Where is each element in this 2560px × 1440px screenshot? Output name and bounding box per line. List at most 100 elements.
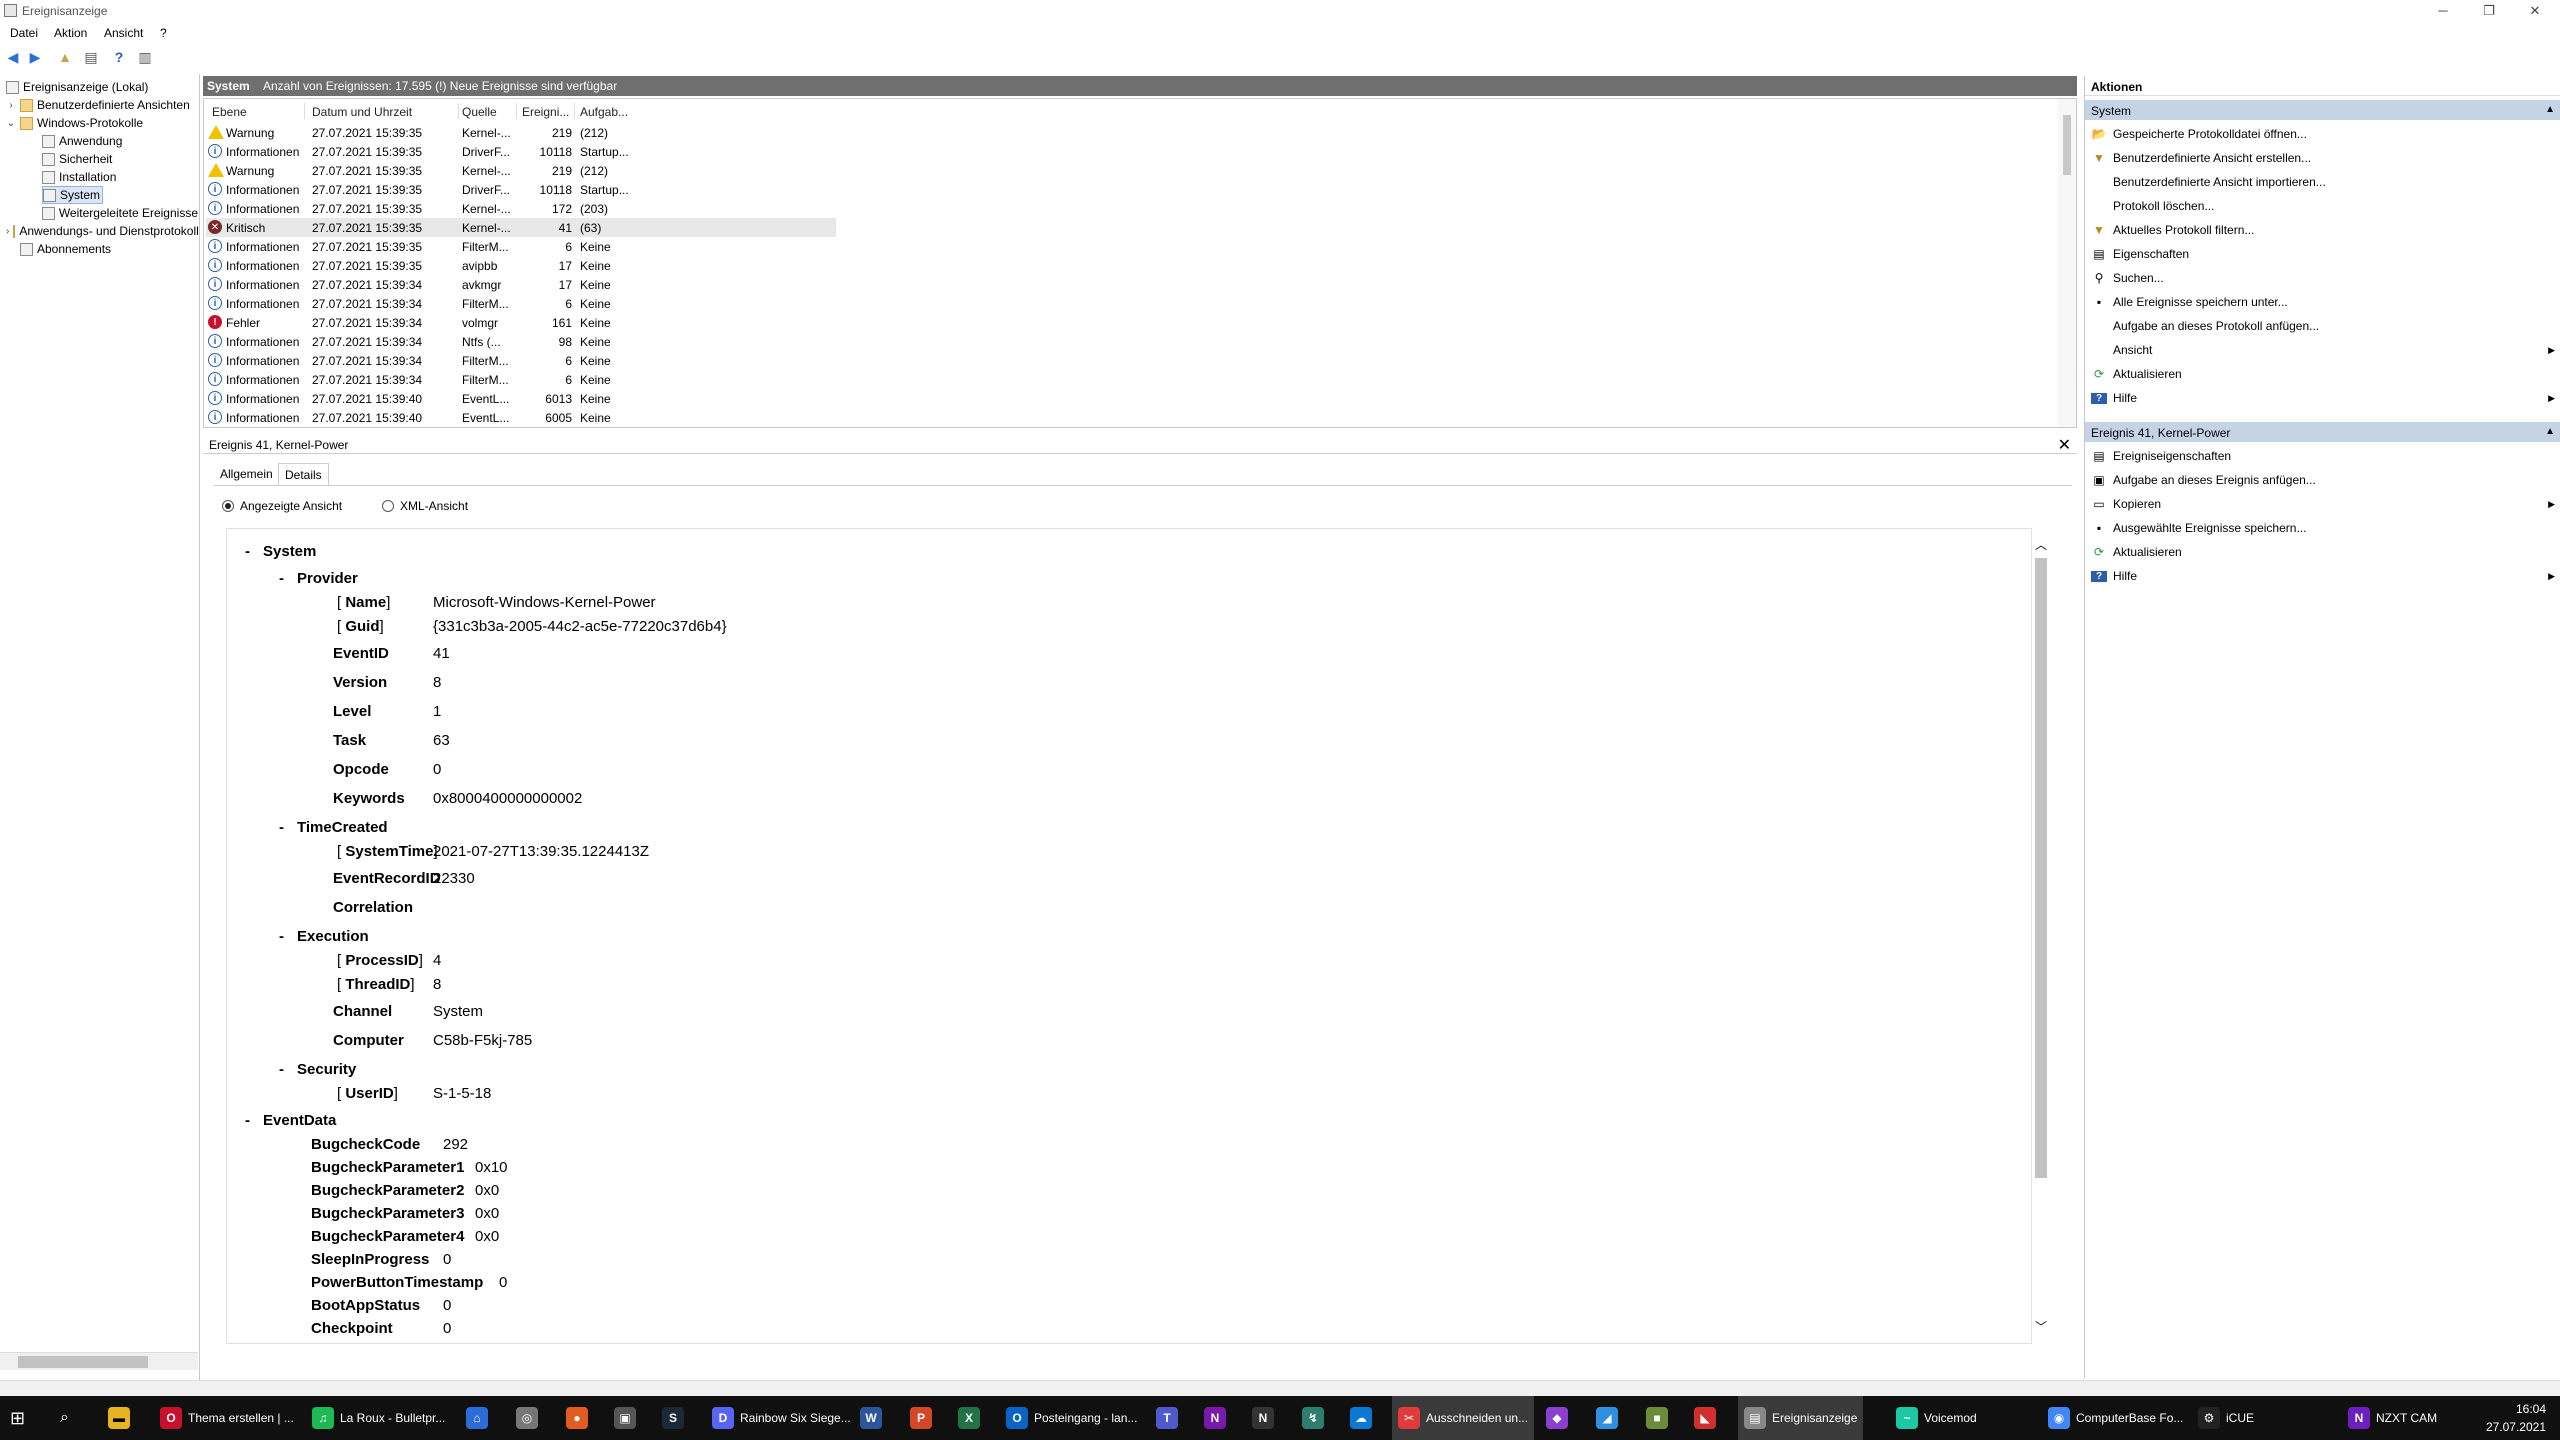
minimize-button[interactable]: ─ [2420, 0, 2466, 22]
collapse-icon[interactable]: ▲ [2545, 426, 2555, 437]
taskbar-app[interactable]: O Posteingang - lan... [1000, 1396, 1143, 1440]
back-arrow-icon[interactable]: ◀ [4, 48, 22, 66]
column-quelle[interactable]: Quelle [462, 105, 497, 119]
taskbar-app[interactable]: ~ Voicemod [1890, 1396, 1983, 1440]
column-ereignis[interactable]: Ereigni... [522, 105, 569, 119]
tree-horizontal-scrollbar[interactable] [0, 1352, 198, 1370]
menu-datei[interactable]: Datei [10, 26, 38, 40]
detail-scrollbar[interactable]: ︿ ﹀ [2032, 534, 2050, 1340]
taskbar-app[interactable]: ☁ [1344, 1396, 1384, 1440]
radio-friendly-view[interactable]: Angezeigte Ansicht [222, 499, 342, 513]
action-aktualisieren[interactable]: ⟳ Aktualisieren [2085, 540, 2560, 564]
taskbar-app[interactable]: P [904, 1396, 944, 1440]
taskbar-app[interactable]: ▤ Ereignisanzeige [1738, 1396, 1864, 1440]
action-ausgewählte-ereignisse-speichern[interactable]: ▪ Ausgewählte Ereignisse speichern... [2085, 516, 2560, 540]
taskbar-app[interactable]: N [1198, 1396, 1238, 1440]
column-ebene[interactable]: Ebene [212, 105, 247, 119]
taskbar-app[interactable]: ◉ ComputerBase Fo... [2042, 1396, 2189, 1440]
taskbar-app[interactable]: S [656, 1396, 696, 1440]
show-hide-actions-icon[interactable]: ▥ [136, 48, 154, 66]
collapse-toggle[interactable]: - [279, 570, 284, 587]
taskbar-app[interactable]: ✂ Ausschneiden un... [1392, 1396, 1535, 1440]
taskbar-app[interactable]: N NZXT CAM [2342, 1396, 2443, 1440]
expand-icon[interactable]: › [6, 100, 16, 111]
tree-item-installation[interactable]: Installation [42, 168, 116, 186]
collapse-toggle[interactable]: - [279, 1061, 284, 1078]
taskbar-app[interactable]: ◎ [510, 1396, 550, 1440]
collapse-icon[interactable]: ▲ [2545, 104, 2555, 115]
event-list-scrollbar[interactable] [2058, 99, 2076, 427]
taskbar-app[interactable]: ↯ [1296, 1396, 1336, 1440]
search-button[interactable]: ⌕ [60, 1396, 69, 1440]
forward-arrow-icon[interactable]: ▶ [26, 48, 44, 66]
scrollbar-thumb[interactable] [2063, 115, 2071, 175]
table-row[interactable]: i Informationen 27.07.2021 15:39:35 avipbb 1… [206, 256, 836, 275]
collapse-toggle[interactable]: - [279, 928, 284, 945]
taskbar-app[interactable]: T [1150, 1396, 1190, 1440]
table-row[interactable]: i Informationen 27.07.2021 15:39:40 EventL.… [206, 389, 836, 408]
table-row[interactable]: i Informationen 27.07.2021 15:39:34 Ntfs (.… [206, 332, 836, 351]
menu-aktion[interactable]: Aktion [54, 26, 87, 40]
taskbar-app[interactable]: X [952, 1396, 992, 1440]
action-ereigniseigenschaften[interactable]: ▤ Ereigniseigenschaften [2085, 444, 2560, 468]
radio-unselected-icon[interactable] [382, 500, 394, 512]
table-row[interactable]: i Informationen 27.07.2021 15:39:34 avkmgr 1… [206, 275, 836, 294]
tree-windows-logs[interactable]: ⌄ Windows-Protokolle [6, 114, 143, 132]
close-icon[interactable]: ✕ [2058, 435, 2071, 455]
tree-item-forwarded[interactable]: Weitergeleitete Ereignisse [42, 204, 198, 222]
table-row[interactable]: i Informationen 27.07.2021 15:39:35 FilterM… [206, 237, 836, 256]
taskbar-app[interactable]: N [1246, 1396, 1286, 1440]
clock[interactable]: 16:04 27.07.2021 [2486, 1400, 2546, 1436]
scroll-down-icon[interactable]: ﹀ [2035, 1318, 2047, 1335]
action-hilfe[interactable]: ? Hilfe ▶ [2085, 564, 2560, 588]
expand-icon[interactable]: › [6, 226, 9, 237]
scrollbar-thumb[interactable] [18, 1356, 148, 1368]
taskbar-app[interactable]: ⚙ iCUE [2192, 1396, 2260, 1440]
action-aufgabe-an-dieses-ereignis-anfügen[interactable]: ▣ Aufgabe an dieses Ereignis anfügen... [2085, 468, 2560, 492]
taskbar-app[interactable]: ♫ La Roux - Bulletpr... [306, 1396, 451, 1440]
action-suchen[interactable]: ⚲ Suchen... [2085, 266, 2560, 290]
action-kopieren[interactable]: ▭ Kopieren ▶ [2085, 492, 2560, 516]
restore-button[interactable]: ❐ [2466, 0, 2512, 22]
action-aktuelles-protokoll-filtern[interactable]: ▼ Aktuelles Protokoll filtern... [2085, 218, 2560, 242]
tree-item-system[interactable]: System [42, 186, 104, 204]
table-row[interactable]: i Informationen 27.07.2021 15:39:40 EventL.… [206, 408, 836, 427]
close-button[interactable]: ✕ [2512, 0, 2558, 22]
actions-section-event[interactable]: Ereignis 41, Kernel-Power ▲ [2085, 422, 2560, 442]
tree-root[interactable]: Ereignisanzeige (Lokal) [6, 78, 148, 96]
tab-details[interactable]: Details [278, 463, 329, 485]
up-folder-icon[interactable]: ▲ [56, 48, 74, 66]
action-hilfe[interactable]: ? Hilfe ▶ [2085, 386, 2560, 410]
action-benutzerdefinierte-ansicht-erstellen[interactable]: ▼ Benutzerdefinierte Ansicht erstellen... [2085, 146, 2560, 170]
tree-app-service-logs[interactable]: › Anwendungs- und Dienstprotokolle [6, 222, 198, 240]
table-row[interactable]: Warnung 27.07.2021 15:39:35 Kernel-... 219 (… [206, 161, 836, 180]
menu-ansicht[interactable]: Ansicht [104, 26, 143, 40]
table-row[interactable]: i Informationen 27.07.2021 15:39:34 FilterM… [206, 294, 836, 313]
taskbar-app[interactable]: D Rainbow Six Siege... [706, 1396, 857, 1440]
table-row[interactable]: ! Fehler 27.07.2021 15:39:34 volmgr 161 Keine [206, 313, 836, 332]
table-row[interactable]: i Informationen 27.07.2021 15:39:35 DriverF… [206, 142, 836, 161]
tree-item-anwendung[interactable]: Anwendung [42, 132, 122, 150]
action-aktualisieren[interactable]: ⟳ Aktualisieren [2085, 362, 2560, 386]
action-gespeicherte-protokolldatei-öffnen[interactable]: 📂 Gespeicherte Protokolldatei öffnen... [2085, 122, 2560, 146]
taskbar-app[interactable]: ■ [1640, 1396, 1680, 1440]
scrollbar-thumb[interactable] [2035, 558, 2047, 1178]
column-aufgabe[interactable]: Aufgab... [580, 105, 628, 119]
action-aufgabe-an-dieses-protokoll-anfügen[interactable]: Aufgabe an dieses Protokoll anfügen... [2085, 314, 2560, 338]
taskbar-app[interactable]: O Thema erstellen | ... [154, 1396, 300, 1440]
taskbar-app[interactable]: W [854, 1396, 894, 1440]
collapse-toggle[interactable]: - [279, 819, 284, 836]
table-row[interactable]: i Informationen 27.07.2021 15:39:35 DriverF… [206, 180, 836, 199]
collapse-toggle[interactable]: - [245, 543, 250, 560]
action-protokoll-löschen[interactable]: Protokoll löschen... [2085, 194, 2560, 218]
tree-custom-views[interactable]: › Benutzerdefinierte Ansichten [6, 96, 189, 114]
taskbar-app[interactable]: ◆ [1540, 1396, 1580, 1440]
tree-item-sicherheit[interactable]: Sicherheit [42, 150, 112, 168]
scroll-up-icon[interactable]: ︿ [2035, 536, 2047, 553]
show-hide-tree-icon[interactable]: ▤ [82, 48, 100, 66]
taskbar-app[interactable]: ▣ [608, 1396, 648, 1440]
tree-subscriptions[interactable]: Abonnements [20, 240, 111, 258]
taskbar-app[interactable]: ⌂ [460, 1396, 500, 1440]
start-button[interactable]: ⊞ [10, 1396, 25, 1440]
radio-selected-icon[interactable] [222, 500, 234, 512]
